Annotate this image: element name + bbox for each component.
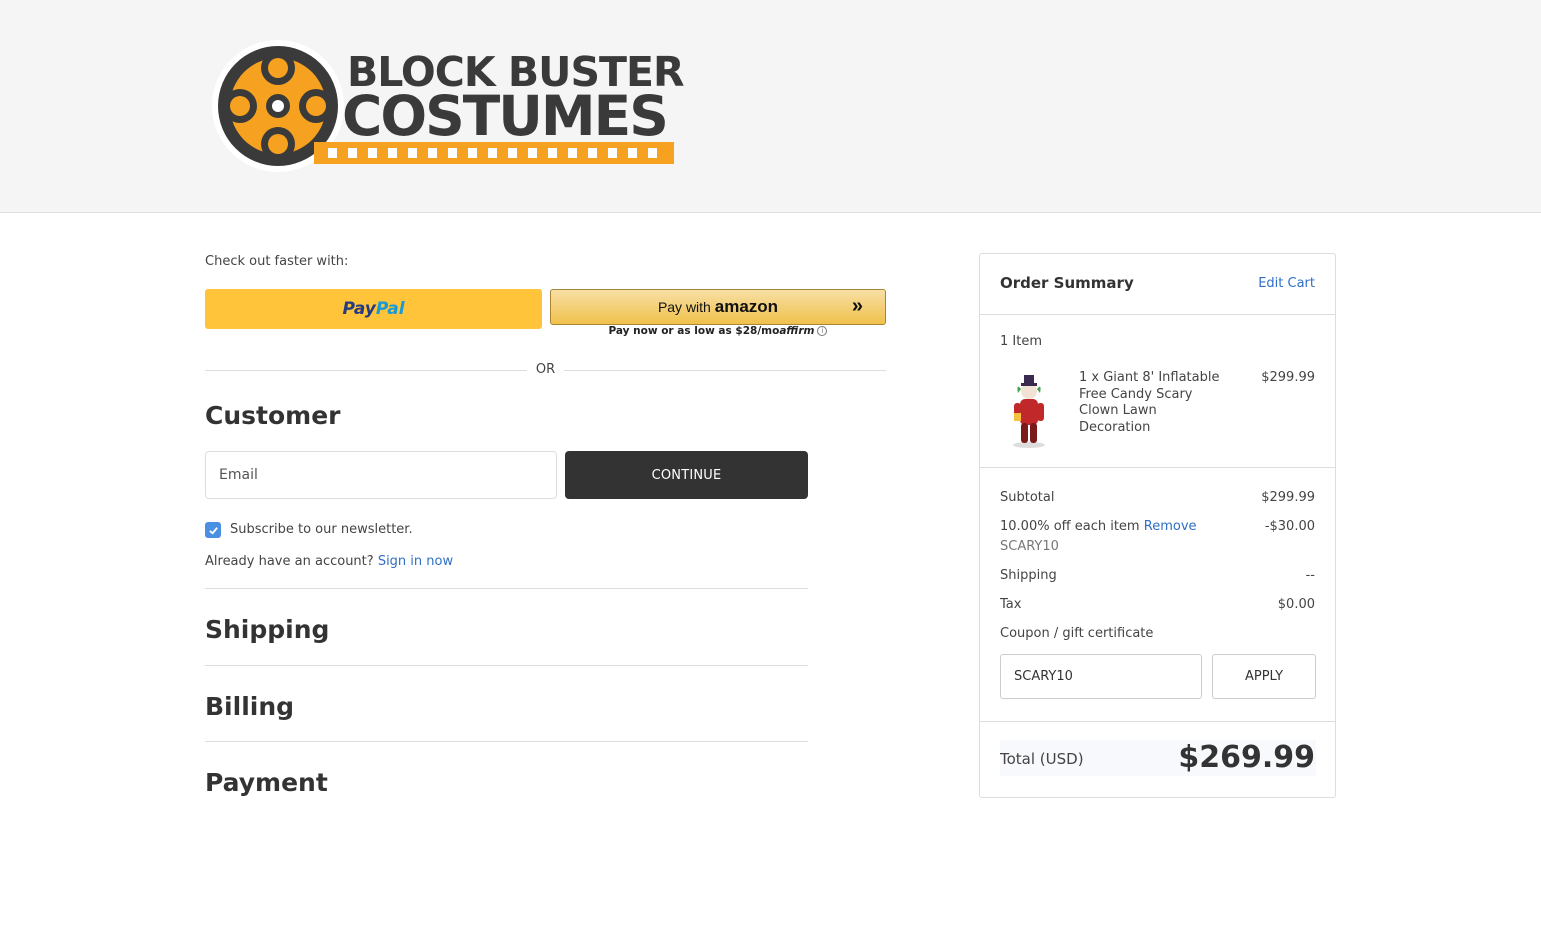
remove-discount-link[interactable]: Remove [1144,519,1197,534]
affirm-logo: affirm [779,325,815,337]
coupon-link[interactable]: Coupon / gift certificate [1000,626,1153,641]
amazon-pay-label: Pay with amazon [657,297,779,316]
divider [205,588,808,589]
or-divider: OR [205,361,886,379]
newsletter-checkbox[interactable] [205,522,221,538]
payment-heading: Payment [205,768,328,797]
billing-heading: Billing [205,692,295,721]
sign-in-prompt: Already have an account? Sign in now [205,554,454,569]
continue-button[interactable]: CONTINUE [565,451,808,499]
subtotal-label: Subtotal [1000,490,1055,505]
shipping-label: Shipping [1000,568,1057,583]
discount-label: 10.00% off each item Remove [1000,519,1197,534]
site-header: BLOCK BUSTER COSTUMES [0,0,1541,213]
express-checkout-label: Check out faster with: [205,254,349,269]
brand-logo[interactable]: BLOCK BUSTER COSTUMES [210,38,685,178]
info-icon[interactable]: i [817,326,828,336]
paypal-button[interactable]: PayPal [205,289,542,329]
edit-cart-link[interactable]: Edit Cart [1258,276,1315,291]
sign-in-link[interactable]: Sign in now [378,554,453,569]
cart-item-price: $299.99 [1261,370,1315,385]
coupon-input[interactable] [1000,654,1202,699]
email-field[interactable] [205,451,557,499]
amazon-pay-button[interactable]: Pay with amazon » [550,289,886,325]
discount-value: -$30.00 [1264,519,1315,534]
tax-value: $0.00 [1277,597,1315,612]
cart-item-name: 1 x Giant 8' Inflatable Free Candy Scary… [1079,370,1220,435]
checkmark-icon [208,526,218,535]
double-chevron-right-icon: » [851,295,863,317]
order-summary-title: Order Summary [1000,274,1134,292]
shipping-value: -- [1305,568,1315,583]
divider [205,741,808,742]
item-count: 1 Item [1000,334,1042,349]
subtotal-value: $299.99 [1261,490,1315,505]
affirm-promo: Pay now or as low as $28/moaffirm i [550,325,886,337]
customer-heading: Customer [205,401,341,430]
discount-code: SCARY10 [1000,539,1059,554]
divider [205,665,808,666]
paypal-logo: PayPal [342,299,405,319]
product-thumbnail [1013,375,1045,448]
tax-label: Tax [1000,597,1022,612]
order-summary: Order Summary Edit Cart 1 Item 1 x Giant… [979,253,1336,798]
total-value: $269.99 [1178,740,1315,775]
shipping-heading: Shipping [205,615,330,644]
logo-text-bottom: COSTUMES [342,84,669,148]
total-label: Total (USD) [1000,750,1084,768]
apply-coupon-button[interactable]: APPLY [1212,654,1316,699]
newsletter-label: Subscribe to our newsletter. [230,522,413,537]
